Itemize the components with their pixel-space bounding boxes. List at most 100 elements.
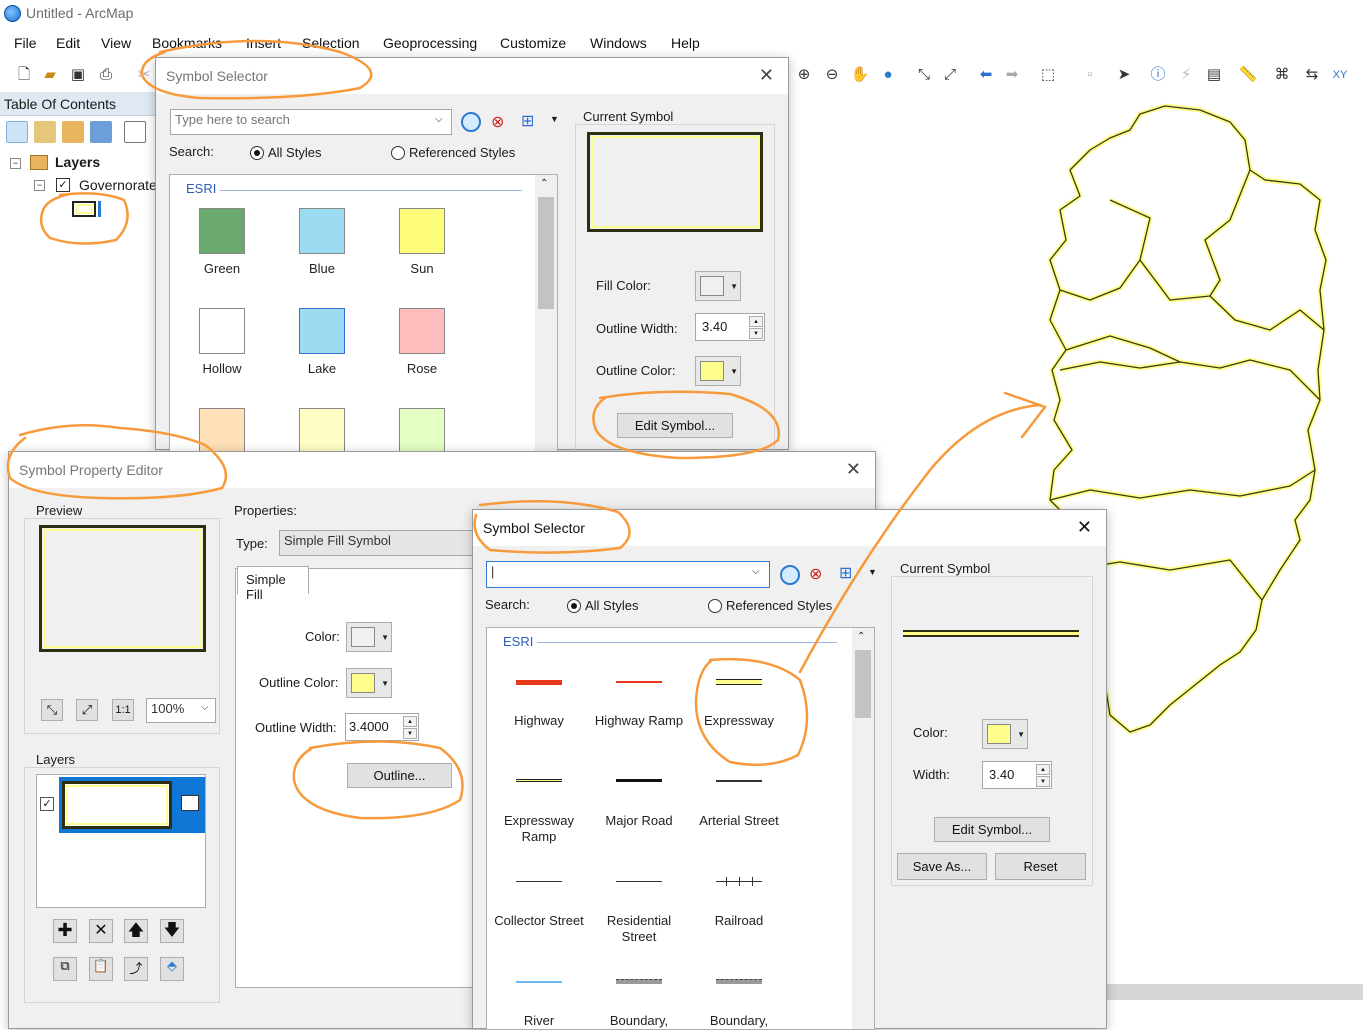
edit-symbol-button[interactable]: Edit Symbol... <box>617 413 733 438</box>
zoom-select[interactable]: 100% ⌵ <box>146 698 216 723</box>
remove-layer-icon[interactable]: ✕ <box>89 919 113 943</box>
layers-root-label[interactable]: Layers <box>55 154 100 170</box>
scroll-thumb[interactable] <box>538 197 554 309</box>
paste-layer-icon[interactable]: 📋 <box>89 957 113 981</box>
reset-layer-icon[interactable]: ⤴ <box>124 957 148 981</box>
boundary-line-symbol[interactable] <box>716 979 762 984</box>
collapse-layer-icon[interactable]: − <box>34 180 45 191</box>
symbol-swatch-partial[interactable] <box>299 408 345 454</box>
symbol-swatch-partial[interactable] <box>399 408 445 454</box>
spin-up-icon[interactable]: ▲ <box>403 716 417 727</box>
symbol-swatch-blue[interactable] <box>299 208 345 254</box>
actual-size-icon[interactable]: 1:1 <box>112 699 134 721</box>
spin-down-icon[interactable]: ▼ <box>1036 776 1050 787</box>
arterial-street-line-symbol[interactable] <box>716 780 762 782</box>
outline-width-spinner[interactable]: 3.4000 ▲ ▼ <box>345 713 419 741</box>
zoom-in-preview-icon[interactable]: ⤡ <box>41 699 63 721</box>
menu-file[interactable]: File <box>14 35 37 51</box>
spin-down-icon[interactable]: ▼ <box>749 328 763 339</box>
outline-color-button[interactable]: ▼ <box>346 668 392 698</box>
search-magnifier-icon[interactable] <box>461 112 481 132</box>
symbol-swatch-partial[interactable] <box>199 408 245 454</box>
gallery-scrollbar[interactable]: ⌃ <box>852 628 874 1029</box>
line-width-spinner[interactable]: 3.40 ▲ ▼ <box>982 761 1052 789</box>
line-width-value[interactable]: 3.40 <box>989 767 1014 782</box>
menu-geoprocessing[interactable]: Geoprocessing <box>383 35 477 51</box>
find-route-icon[interactable]: ⇆ <box>1302 65 1322 85</box>
menu-edit[interactable]: Edit <box>56 35 80 51</box>
expressway-line-symbol[interactable] <box>716 679 762 685</box>
layer-visible-checkbox[interactable]: ✓ <box>40 797 54 811</box>
all-styles-radio[interactable] <box>567 599 581 613</box>
menu-customize[interactable]: Customize <box>500 35 566 51</box>
list-by-visibility-icon[interactable] <box>62 121 84 143</box>
menu-insert[interactable]: Insert <box>246 35 281 51</box>
tab-simple-fill[interactable]: Simple Fill <box>237 566 309 602</box>
reset-button[interactable]: Reset <box>995 853 1086 880</box>
hyperlink-icon[interactable]: ⚡ <box>1176 65 1196 85</box>
outline-width-value[interactable]: 3.40 <box>702 319 727 334</box>
residential-street-line-symbol[interactable] <box>616 881 662 882</box>
symbol-swatch-hollow[interactable] <box>199 308 245 354</box>
list-by-drawing-order-icon[interactable] <box>6 121 28 143</box>
highway-ramp-line-symbol[interactable] <box>616 681 662 683</box>
find-binoculars-icon[interactable]: ⌘ <box>1272 65 1292 85</box>
search-input[interactable]: | <box>486 561 770 588</box>
menu-bookmarks[interactable]: Bookmarks <box>152 35 222 51</box>
identify-icon[interactable]: ⓘ <box>1148 65 1168 85</box>
clear-search-icon[interactable]: ⊗ <box>809 564 822 584</box>
all-styles-label[interactable]: All Styles <box>585 598 638 613</box>
fixed-zoom-in-icon[interactable]: ⤡ <box>914 65 934 85</box>
toc-options-icon[interactable] <box>124 121 146 143</box>
expressway-ramp-line-symbol[interactable] <box>516 779 562 782</box>
menu-view[interactable]: View <box>101 35 131 51</box>
collapse-layers-icon[interactable]: − <box>10 158 21 169</box>
all-styles-radio[interactable] <box>250 146 264 160</box>
list-by-source-icon[interactable] <box>34 121 56 143</box>
type-select[interactable]: Simple Fill Symbol <box>279 530 479 556</box>
fill-color-button[interactable]: ▼ <box>346 622 392 652</box>
fixed-zoom-out-icon[interactable]: ⤢ <box>940 65 960 85</box>
referenced-styles-label[interactable]: Referenced Styles <box>409 145 515 160</box>
view-options-chevron-icon[interactable]: ▼ <box>868 567 877 577</box>
save-icon[interactable]: ▣ <box>68 65 88 85</box>
scroll-up-icon[interactable]: ⌃ <box>540 178 548 189</box>
chevron-down-icon[interactable]: ⌵ <box>435 114 443 125</box>
menu-selection[interactable]: Selection <box>302 35 360 51</box>
symbol-layer-row-selected[interactable] <box>59 777 205 833</box>
referenced-styles-label[interactable]: Referenced Styles <box>726 598 832 613</box>
river-line-symbol[interactable] <box>516 981 562 983</box>
cut-icon[interactable]: ✂ <box>134 65 154 85</box>
layer-name[interactable]: Governorates <box>79 177 155 193</box>
layer-symbol-patch[interactable] <box>72 201 96 217</box>
railroad-line-symbol[interactable] <box>716 877 762 886</box>
select-features-icon[interactable]: ⬚ <box>1038 65 1058 85</box>
symbol-swatch-green[interactable] <box>199 208 245 254</box>
symbol-swatch-sun[interactable] <box>399 208 445 254</box>
outline-button[interactable]: Outline... <box>347 763 452 788</box>
zoom-in-icon[interactable]: ⊕ <box>794 65 814 85</box>
full-extent-globe-icon[interactable]: ● <box>878 65 898 85</box>
zoom-out-icon[interactable]: ⊖ <box>822 65 842 85</box>
view-options-icon[interactable]: ⊞ <box>839 563 852 583</box>
html-popup-icon[interactable]: ▤ <box>1204 65 1224 85</box>
scroll-thumb[interactable] <box>855 650 871 718</box>
search-magnifier-icon[interactable] <box>780 565 800 585</box>
spin-up-icon[interactable]: ▲ <box>1036 764 1050 775</box>
move-down-icon[interactable]: 🡇 <box>160 919 184 943</box>
tag-icon[interactable]: ⬘ <box>160 957 184 981</box>
symbol-swatch-lake[interactable] <box>299 308 345 354</box>
symbol-swatch-rose[interactable] <box>399 308 445 354</box>
chevron-down-icon[interactable]: ⌵ <box>752 566 760 577</box>
search-input[interactable]: Type here to search <box>170 109 452 135</box>
close-icon[interactable]: ✕ <box>846 460 861 478</box>
gallery-scrollbar[interactable]: ⌃ <box>535 175 557 463</box>
scroll-up-icon[interactable]: ⌃ <box>857 631 865 642</box>
print-icon[interactable]: ⎙ <box>96 65 116 85</box>
line-color-button[interactable]: ▼ <box>982 719 1028 749</box>
outline-color-button[interactable]: ▼ <box>695 356 741 386</box>
go-to-xy-icon[interactable]: XY <box>1330 65 1350 85</box>
highway-line-symbol[interactable] <box>516 680 562 685</box>
menu-windows[interactable]: Windows <box>590 35 647 51</box>
close-icon[interactable]: ✕ <box>1077 518 1092 536</box>
